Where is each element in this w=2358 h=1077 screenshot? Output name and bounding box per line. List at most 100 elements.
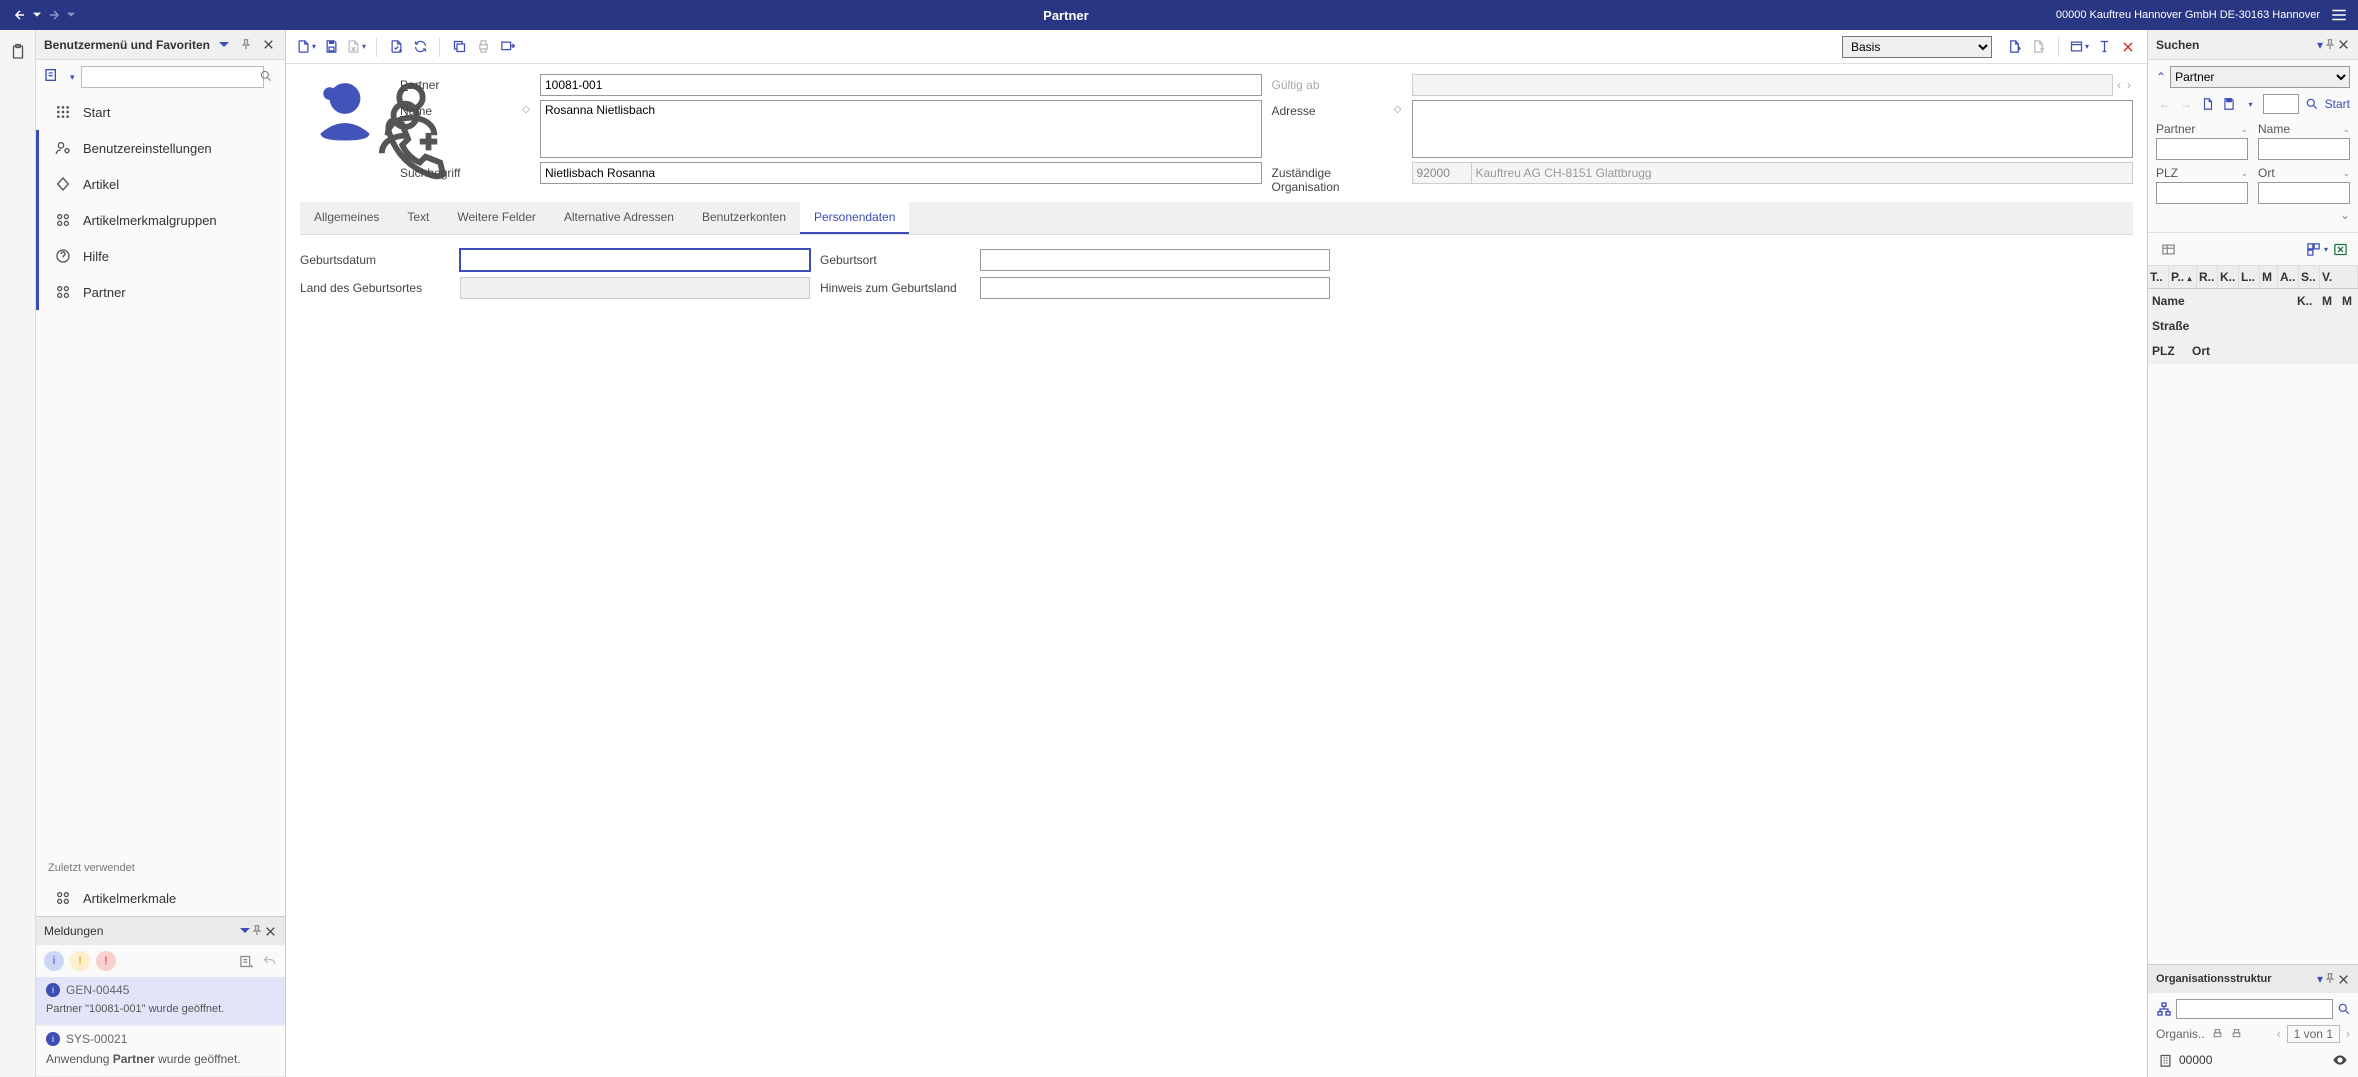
search-back-icon[interactable]: ←: [2156, 95, 2173, 113]
print-button[interactable]: [472, 35, 494, 59]
search-count-input[interactable]: [2263, 94, 2299, 114]
nav-forward-button[interactable]: [44, 5, 64, 25]
tab-personendaten[interactable]: Personendaten: [800, 202, 909, 234]
menu-view-dropdown[interactable]: ▾: [70, 72, 75, 83]
col-r[interactable]: R..: [2197, 266, 2218, 288]
col-p[interactable]: P.. ▴: [2169, 266, 2197, 288]
copy-button[interactable]: [448, 35, 470, 59]
list-details-icon[interactable]: [239, 954, 254, 969]
col-l[interactable]: L..: [2239, 266, 2260, 288]
tab-text[interactable]: Text: [393, 202, 443, 234]
chevron-down-icon[interactable]: ⌄: [2342, 168, 2350, 179]
search-forward-icon[interactable]: →: [2177, 95, 2194, 113]
org-item[interactable]: 00000: [2156, 1049, 2350, 1071]
view-select[interactable]: Basis: [1842, 36, 1992, 58]
sf-ort-input[interactable]: [2258, 182, 2350, 204]
gueltig-input[interactable]: [1412, 74, 2114, 96]
eye-icon[interactable]: [2332, 1052, 2348, 1068]
recent-item-artikelmerkmale[interactable]: Artikelmerkmale: [36, 880, 285, 916]
info-badge[interactable]: i: [44, 951, 64, 971]
suchen-close-icon[interactable]: [2337, 38, 2350, 51]
sidebar-item-artikel[interactable]: Artikel: [36, 166, 285, 202]
tab-benutzerkonten[interactable]: Benutzerkonten: [688, 202, 800, 234]
validate-button[interactable]: [385, 35, 407, 59]
nav-forward-dropdown[interactable]: [66, 5, 76, 25]
geburtsort-input[interactable]: [980, 249, 1330, 271]
undo-icon[interactable]: [262, 954, 277, 969]
menu-view-icon[interactable]: [44, 67, 64, 87]
org-tree-icon[interactable]: [2156, 1001, 2172, 1017]
sidebar-item-start[interactable]: Start: [36, 94, 285, 130]
person-add-icon[interactable]: [376, 92, 392, 108]
col-name[interactable]: Name: [2148, 289, 2293, 313]
search-mag-icon[interactable]: [2303, 95, 2320, 113]
org-print1-icon[interactable]: [2211, 1028, 2224, 1041]
text-button[interactable]: [2093, 35, 2115, 59]
org-search-input[interactable]: [2176, 999, 2333, 1019]
message-item[interactable]: iGEN-00445 Partner "10081-001" wurde geö…: [36, 977, 285, 1026]
close-panel-icon[interactable]: [259, 36, 277, 54]
message-item[interactable]: iSYS-00021 Anwendung Partner wurde geöff…: [36, 1026, 285, 1077]
org-prev-icon[interactable]: ‹: [2277, 1027, 2281, 1041]
panel-dropdown-icon[interactable]: [215, 36, 233, 54]
col-m1[interactable]: M: [2318, 289, 2338, 313]
close-button[interactable]: [2117, 35, 2139, 59]
tab-alternative[interactable]: Alternative Adressen: [550, 202, 688, 234]
search-new-icon[interactable]: [2199, 95, 2216, 113]
org-code-input[interactable]: [1412, 162, 1472, 184]
col-m2[interactable]: M: [2338, 289, 2358, 313]
search-save-icon[interactable]: [2220, 95, 2237, 113]
next-icon[interactable]: ›: [2125, 78, 2133, 92]
table-icon[interactable]: [2158, 239, 2178, 259]
link-icon[interactable]: ◇: [522, 104, 530, 115]
col-s[interactable]: S..: [2299, 266, 2320, 288]
doc-down-button[interactable]: [2028, 35, 2050, 59]
col-m[interactable]: M: [2260, 266, 2278, 288]
export-button[interactable]: [496, 35, 518, 59]
clipboard-icon[interactable]: [6, 40, 30, 64]
col-v[interactable]: V.: [2320, 266, 2358, 288]
tab-weitere[interactable]: Weitere Felder: [443, 202, 549, 234]
suchen-pin-icon[interactable]: [2323, 38, 2337, 52]
pin-icon[interactable]: [237, 36, 255, 54]
phone-icon[interactable]: [376, 110, 392, 126]
nav-back-button[interactable]: [10, 5, 30, 25]
col-ort[interactable]: Ort: [2188, 339, 2358, 363]
collapse-icon[interactable]: ⌃: [2156, 70, 2166, 84]
sf-partner-input[interactable]: [2156, 138, 2248, 160]
prev-icon[interactable]: ‹: [2115, 78, 2123, 92]
meld-dropdown[interactable]: [240, 926, 250, 936]
window-button[interactable]: [2067, 35, 2091, 59]
adresse-input[interactable]: [1412, 100, 2134, 158]
expand-icon[interactable]: ⌄: [2340, 208, 2350, 222]
partner-input[interactable]: [540, 74, 1262, 96]
org-search-icon[interactable]: [2337, 1002, 2351, 1016]
col-a[interactable]: A..: [2278, 266, 2299, 288]
org-next-icon[interactable]: ›: [2346, 1027, 2350, 1041]
new-button[interactable]: [294, 35, 318, 59]
sf-name-input[interactable]: [2258, 138, 2350, 160]
tab-allgemeines[interactable]: Allgemeines: [300, 202, 393, 234]
chevron-down-icon[interactable]: ⌄: [2240, 124, 2248, 135]
link-icon[interactable]: ◇: [1394, 104, 1402, 115]
delete-button[interactable]: [344, 35, 368, 59]
sidebar-item-merkmalgruppen[interactable]: Artikelmerkmalgruppen: [36, 202, 285, 238]
excel-icon[interactable]: [2330, 239, 2350, 259]
col-k2[interactable]: K..: [2293, 289, 2318, 313]
chevron-down-icon[interactable]: ⌄: [2342, 124, 2350, 135]
org-print2-icon[interactable]: [2230, 1028, 2243, 1041]
sidebar-item-settings[interactable]: Benutzereinstellungen: [36, 130, 285, 166]
person-icon[interactable]: [376, 74, 392, 90]
suchen-type-select[interactable]: Partner: [2170, 66, 2350, 88]
land-input[interactable]: [460, 277, 810, 299]
menu-search-input[interactable]: [81, 66, 264, 88]
col-t[interactable]: T..: [2148, 266, 2169, 288]
hamburger-menu[interactable]: [2330, 6, 2348, 24]
warn-badge[interactable]: !: [70, 951, 90, 971]
error-badge[interactable]: !: [96, 951, 116, 971]
refresh-button[interactable]: [409, 35, 431, 59]
geburtsdatum-input[interactable]: [460, 249, 810, 271]
org-pin-icon[interactable]: [2323, 972, 2337, 986]
sf-plz-input[interactable]: [2156, 182, 2248, 204]
nav-back-dropdown[interactable]: [32, 5, 42, 25]
